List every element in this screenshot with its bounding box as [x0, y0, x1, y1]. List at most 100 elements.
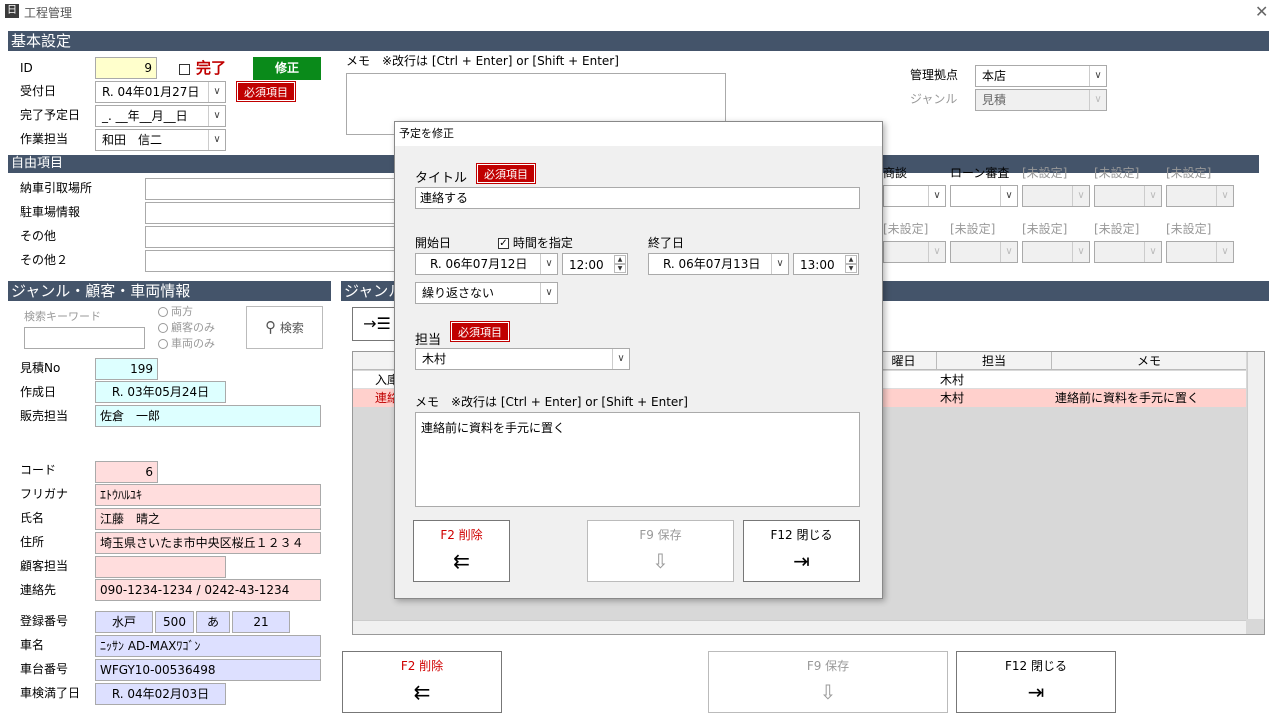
check-icon: ✓	[498, 238, 509, 249]
estimate-label: 見積No	[20, 361, 61, 375]
table-header-staff: 担当	[936, 352, 1051, 370]
chevron-down-icon[interactable]: ∨	[1089, 66, 1106, 86]
free-row-input[interactable]	[145, 202, 395, 224]
free-row-input[interactable]	[145, 178, 395, 200]
search-input[interactable]	[24, 327, 145, 349]
chevron-down-icon[interactable]: ∨	[771, 254, 788, 274]
registration-field[interactable]: 500	[155, 611, 194, 633]
staff-select[interactable]: 木村 ∨	[415, 348, 630, 370]
name-field[interactable]: 江藤 晴之	[95, 508, 321, 530]
chevron-down-icon: ∨	[1089, 90, 1106, 110]
complete-checkbox[interactable]	[179, 62, 190, 76]
chevron-down-icon[interactable]: ∨	[540, 254, 557, 274]
repeat-select[interactable]: 繰り返さない ∨	[415, 282, 558, 304]
free-col-select[interactable]: ∨	[950, 185, 1018, 207]
title-label: タイトル	[415, 171, 468, 186]
free-row-label: その他	[20, 229, 57, 243]
sales-field[interactable]: 佐倉 一郎	[95, 405, 321, 427]
worker-select[interactable]: 和田 信二 ∨	[95, 129, 226, 151]
memo-label: メモ ※改行は [Ctrl + Enter] or [Shift + Enter…	[415, 395, 688, 409]
free-col-select: ∨	[1166, 241, 1234, 263]
memo-textarea[interactable]: 連絡前に資料を手元に置く	[415, 412, 860, 507]
spin-down-icon[interactable]: ▼	[614, 264, 626, 273]
dialog-close-button[interactable]: F12 閉じる ⇥	[743, 520, 860, 582]
required-badge: 必須項目	[476, 163, 536, 184]
search-icon: ⚲	[265, 318, 277, 336]
registration-field[interactable]: 水戸	[95, 611, 153, 633]
worker-label: 作業担当	[20, 132, 69, 146]
due-date-label: 完了予定日	[20, 108, 81, 122]
due-date-select[interactable]: _. __年__月__日 ∨	[95, 105, 226, 127]
created-field[interactable]: R. 03年05月24日	[95, 381, 226, 403]
customer-header: ジャンル・顧客・車両情報	[8, 281, 331, 301]
free-col-select[interactable]: ∨	[883, 185, 946, 207]
contact-label: 連絡先	[20, 583, 57, 597]
start-time-spinner[interactable]: 12:00 ▲ ▼	[562, 253, 628, 275]
delete-button[interactable]: F2 削除 ⇇	[342, 651, 502, 713]
received-date-select[interactable]: R. 04年01月27日 ∨	[95, 81, 226, 103]
base-select[interactable]: 本店 ∨	[975, 65, 1107, 87]
save-icon: ⇩	[652, 549, 669, 573]
chevron-down-icon[interactable]: ∨	[612, 349, 629, 369]
end-date-select[interactable]: R. 06年07月13日 ∨	[648, 253, 789, 275]
row-memo: 連絡前に資料を手元に置く	[1055, 391, 1200, 405]
time-checkbox[interactable]: ✓ 時間を指定	[498, 234, 573, 251]
table-header-memo: メモ	[1051, 352, 1246, 370]
dialog-title: 予定を修正	[395, 122, 882, 146]
row-staff: 木村	[940, 391, 965, 405]
free-col-label: ローン審査	[950, 166, 1010, 180]
chevron-down-icon[interactable]: ∨	[208, 82, 225, 102]
chevron-down-icon[interactable]: ∨	[208, 106, 225, 126]
car-label: 車名	[20, 638, 45, 652]
search-button[interactable]: ⚲ 検索	[246, 306, 323, 349]
estimate-field[interactable]: 199	[95, 358, 158, 380]
title-input[interactable]: 連絡する	[415, 187, 860, 209]
inspection-field[interactable]: R. 04年02月03日	[95, 683, 226, 705]
save-button[interactable]: F9 保存 ⇩	[708, 651, 948, 713]
genre-label: ジャンル	[910, 92, 958, 106]
registration-field[interactable]: あ	[196, 611, 230, 633]
free-col-label: [未設定]	[950, 222, 996, 236]
close-button[interactable]: F12 閉じる ⇥	[956, 651, 1116, 713]
chassis-label: 車台番号	[20, 662, 69, 676]
spin-down-icon[interactable]: ▼	[845, 264, 857, 273]
free-row-label: その他２	[20, 253, 69, 267]
horizontal-scrollbar[interactable]	[353, 620, 1246, 634]
end-time-spinner[interactable]: 13:00 ▲ ▼	[793, 253, 859, 275]
kana-field[interactable]: ｴﾄｳﾊﾙﾕｷ	[95, 484, 321, 506]
indent-icon: →☰	[363, 314, 391, 333]
name-label: 氏名	[20, 511, 45, 525]
contact-field[interactable]: 090-1234-1234 / 0242-43-1234	[95, 579, 321, 601]
app-icon: 日	[5, 4, 19, 18]
customer-staff-field[interactable]	[95, 556, 226, 578]
radio-vehicle[interactable]: 車両のみ	[158, 334, 215, 354]
close-icon[interactable]: ✕	[1255, 2, 1268, 21]
registration-label: 登録番号	[20, 614, 69, 628]
chevron-down-icon[interactable]: ∨	[540, 283, 557, 303]
free-col-select: ∨	[1022, 241, 1090, 263]
chevron-down-icon[interactable]: ∨	[208, 130, 225, 150]
title-bar: 日 工程管理 ✕	[0, 0, 1277, 24]
registration-field[interactable]: 21	[232, 611, 290, 633]
start-date-select[interactable]: R. 06年07月12日 ∨	[415, 253, 558, 275]
vertical-scrollbar[interactable]	[1247, 352, 1264, 619]
edit-button[interactable]: 修正	[253, 57, 321, 80]
address-label: 住所	[20, 535, 45, 549]
free-row-input[interactable]	[145, 250, 395, 272]
free-col-label: [未設定]	[1094, 222, 1140, 236]
car-field[interactable]: ﾆｯｻﾝ AD-MAXﾜｺﾞﾝ	[95, 635, 321, 657]
dialog-delete-button[interactable]: F2 削除 ⇇	[413, 520, 510, 582]
id-field[interactable]: 9	[95, 57, 157, 79]
free-col-select: ∨	[1022, 185, 1090, 207]
free-row-label: 駐車場情報	[20, 205, 81, 219]
spin-up-icon[interactable]: ▲	[845, 255, 857, 264]
exit-icon: ⇥	[1027, 680, 1045, 704]
free-row-input[interactable]	[145, 226, 395, 248]
dialog-save-button[interactable]: F9 保存 ⇩	[587, 520, 734, 582]
address-field[interactable]: 埼玉県さいたま市中央区桜丘１２３４	[95, 532, 321, 554]
chassis-field[interactable]: WFGY10-00536498	[95, 659, 321, 681]
free-col-select: ∨	[950, 241, 1018, 263]
spin-up-icon[interactable]: ▲	[614, 255, 626, 264]
code-field[interactable]: 6	[95, 461, 158, 483]
genre-select: 見積 ∨	[975, 89, 1107, 111]
